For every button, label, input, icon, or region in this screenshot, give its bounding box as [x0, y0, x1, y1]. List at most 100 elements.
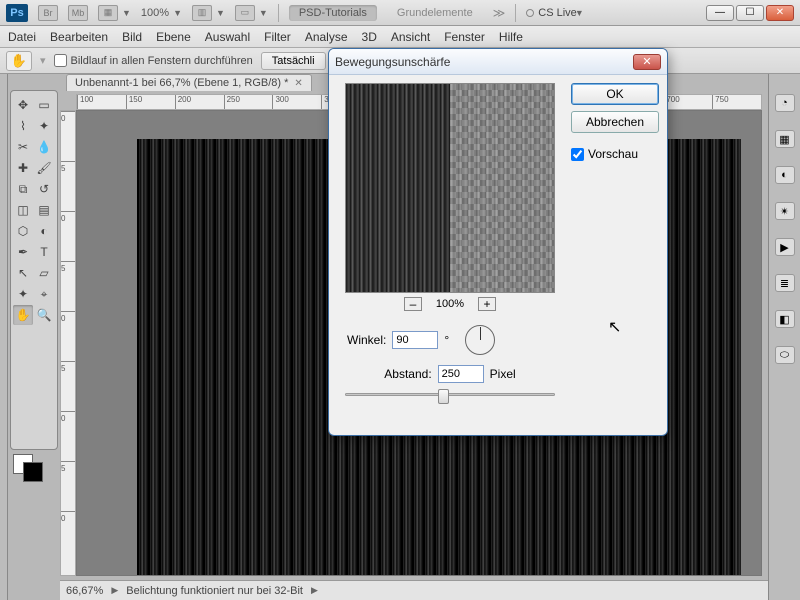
swatches-panel-icon[interactable]: ▦ — [775, 130, 795, 148]
color-panel-icon[interactable]: ◔ — [775, 94, 795, 112]
zoom-out-button[interactable]: – — [404, 297, 422, 311]
zoom-level-readout[interactable]: 100% — [141, 7, 169, 19]
document-tab-title: Unbenannt-1 bei 66,7% (Ebene 1, RGB/8) * — [75, 77, 288, 89]
chevron-down-icon[interactable]: ▼ — [216, 8, 225, 18]
dodge-tool[interactable]: ◐ — [34, 221, 54, 241]
clone-stamp-tool[interactable]: ⧉ — [13, 179, 33, 199]
blur-tool[interactable]: ⬡ — [13, 221, 33, 241]
distance-unit: Pixel — [490, 367, 516, 381]
menu-fenster[interactable]: Fenster — [444, 30, 485, 44]
adjustments-panel-icon[interactable]: ◐ — [775, 166, 795, 184]
dialog-titlebar[interactable]: Bewegungsunschärfe ✕ — [329, 49, 667, 75]
motion-blur-dialog: Bewegungsunschärfe ✕ – 100% + Winkel: ° … — [328, 48, 668, 436]
chevron-down-icon[interactable]: ▼ — [173, 8, 182, 18]
menu-auswahl[interactable]: Auswahl — [205, 30, 250, 44]
tools-panel: ✥ ▭ ⌇ ✦ ✂ 💧 ✚ 🖌 ⧉ ↺ ◫ ▤ ⬡ ◐ ✒ T ↖ ▱ ✦ ⌖ … — [10, 90, 58, 450]
cancel-button[interactable]: Abbrechen — [571, 111, 659, 133]
pen-tool[interactable]: ✒ — [13, 242, 33, 262]
lasso-tool[interactable]: ⌇ — [13, 116, 33, 136]
menu-ebene[interactable]: Ebene — [156, 30, 191, 44]
menu-filter[interactable]: Filter — [264, 30, 291, 44]
path-selection-tool[interactable]: ↖ — [13, 263, 33, 283]
3d-tool[interactable]: ✦ — [13, 284, 33, 304]
status-zoom[interactable]: 66,67% — [66, 585, 103, 597]
screen-mode-button[interactable]: ▭ — [235, 5, 255, 21]
hand-tool[interactable]: ✋ — [13, 305, 33, 325]
right-dock: ◔ ▦ ◐ ✴ ▶ ≣ ◧ ⬭ — [768, 74, 800, 600]
menu-bild[interactable]: Bild — [122, 30, 142, 44]
marquee-tool[interactable]: ▭ — [34, 95, 54, 115]
actual-pixels-button[interactable]: Tatsächli — [261, 52, 326, 70]
distance-label: Abstand: — [384, 367, 431, 381]
healing-brush-tool[interactable]: ✚ — [13, 158, 33, 178]
separator — [278, 4, 279, 22]
menu-hilfe[interactable]: Hilfe — [499, 30, 523, 44]
zoom-tool[interactable]: 🔍 — [34, 305, 54, 325]
minimize-button[interactable]: — — [706, 5, 734, 21]
angle-dial[interactable] — [465, 325, 495, 355]
chevron-down-icon: ▼ — [575, 8, 584, 18]
actions-panel-icon[interactable]: ▶ — [775, 238, 795, 256]
workspace-tab-grundelemente[interactable]: Grundelemente — [387, 5, 483, 21]
dialog-close-button[interactable]: ✕ — [633, 54, 661, 70]
styles-panel-icon[interactable]: ✴ — [775, 202, 795, 220]
eraser-tool[interactable]: ◫ — [13, 200, 33, 220]
chevron-down-icon[interactable]: ▼ — [259, 8, 268, 18]
separator — [515, 4, 516, 22]
preview-checkbox[interactable]: Vorschau — [571, 147, 659, 161]
chevron-down-icon[interactable]: ▼ — [122, 8, 131, 18]
scroll-all-windows-checkbox[interactable]: Bildlauf in allen Fenstern durchführen — [54, 54, 253, 67]
ps-logo: Ps — [6, 4, 28, 22]
paths-panel-icon[interactable]: ⬭ — [775, 346, 795, 364]
filter-preview[interactable] — [345, 83, 555, 293]
preview-checkbox-label: Vorschau — [588, 147, 638, 161]
minibridge-button[interactable]: Mb — [68, 5, 88, 21]
cs-live-button[interactable]: CS Live ▼ — [526, 7, 583, 19]
angle-label: Winkel: — [347, 333, 386, 347]
eyedropper-tool[interactable]: 💧 — [34, 137, 54, 157]
status-chevron-icon[interactable]: ▶ — [111, 585, 118, 596]
bridge-button[interactable]: Br — [38, 5, 58, 21]
dialog-title: Bewegungsunschärfe — [335, 55, 450, 69]
zoom-in-button[interactable]: + — [478, 297, 496, 311]
angle-unit: ° — [444, 333, 449, 347]
crop-tool[interactable]: ✂ — [13, 137, 33, 157]
close-button[interactable]: ✕ — [766, 5, 794, 21]
menu-bar: Datei Bearbeiten Bild Ebene Auswahl Filt… — [0, 26, 800, 48]
3d-camera-tool[interactable]: ⌖ — [34, 284, 54, 304]
status-message: Belichtung funktioniert nur bei 32-Bit — [126, 585, 303, 597]
color-swatches[interactable] — [13, 454, 55, 484]
move-tool[interactable]: ✥ — [13, 95, 33, 115]
magic-wand-tool[interactable]: ✦ — [34, 116, 54, 136]
ok-button[interactable]: OK — [571, 83, 659, 105]
gradient-tool[interactable]: ▤ — [34, 200, 54, 220]
history-brush-tool[interactable]: ↺ — [34, 179, 54, 199]
document-tab[interactable]: Unbenannt-1 bei 66,7% (Ebene 1, RGB/8) *… — [66, 74, 312, 91]
layers-panel-icon[interactable]: ≣ — [775, 274, 795, 292]
more-workspaces-icon[interactable]: ≫ — [493, 6, 506, 20]
workspace-tab-psd-tutorials[interactable]: PSD-Tutorials — [289, 5, 377, 21]
close-icon[interactable]: ✕ — [294, 78, 302, 89]
menu-analyse[interactable]: Analyse — [305, 30, 348, 44]
maximize-button[interactable]: ☐ — [736, 5, 764, 21]
status-chevron-icon[interactable]: ▶ — [311, 585, 318, 596]
left-dock-gutter — [0, 74, 8, 600]
application-bar: Ps Br Mb ▦ ▼ 100% ▼ ▥ ▼ ▭ ▼ PSD-Tutorial… — [0, 0, 800, 26]
view-extras-button[interactable]: ▦ — [98, 5, 118, 21]
menu-datei[interactable]: Datei — [8, 30, 36, 44]
channels-panel-icon[interactable]: ◧ — [775, 310, 795, 328]
brush-tool[interactable]: 🖌 — [34, 158, 54, 178]
status-bar: 66,67% ▶ Belichtung funktioniert nur bei… — [60, 580, 768, 600]
background-swatch[interactable] — [23, 462, 43, 482]
menu-bearbeiten[interactable]: Bearbeiten — [50, 30, 108, 44]
distance-input[interactable] — [438, 365, 484, 383]
menu-3d[interactable]: 3D — [362, 30, 377, 44]
hand-tool-icon[interactable]: ✋ — [6, 51, 32, 71]
type-tool[interactable]: T — [34, 242, 54, 262]
angle-input[interactable] — [392, 331, 438, 349]
distance-slider[interactable] — [345, 393, 555, 396]
arrange-documents-button[interactable]: ▥ — [192, 5, 212, 21]
shape-tool[interactable]: ▱ — [34, 263, 54, 283]
menu-ansicht[interactable]: Ansicht — [391, 30, 430, 44]
preview-zoom-readout: 100% — [436, 298, 464, 310]
